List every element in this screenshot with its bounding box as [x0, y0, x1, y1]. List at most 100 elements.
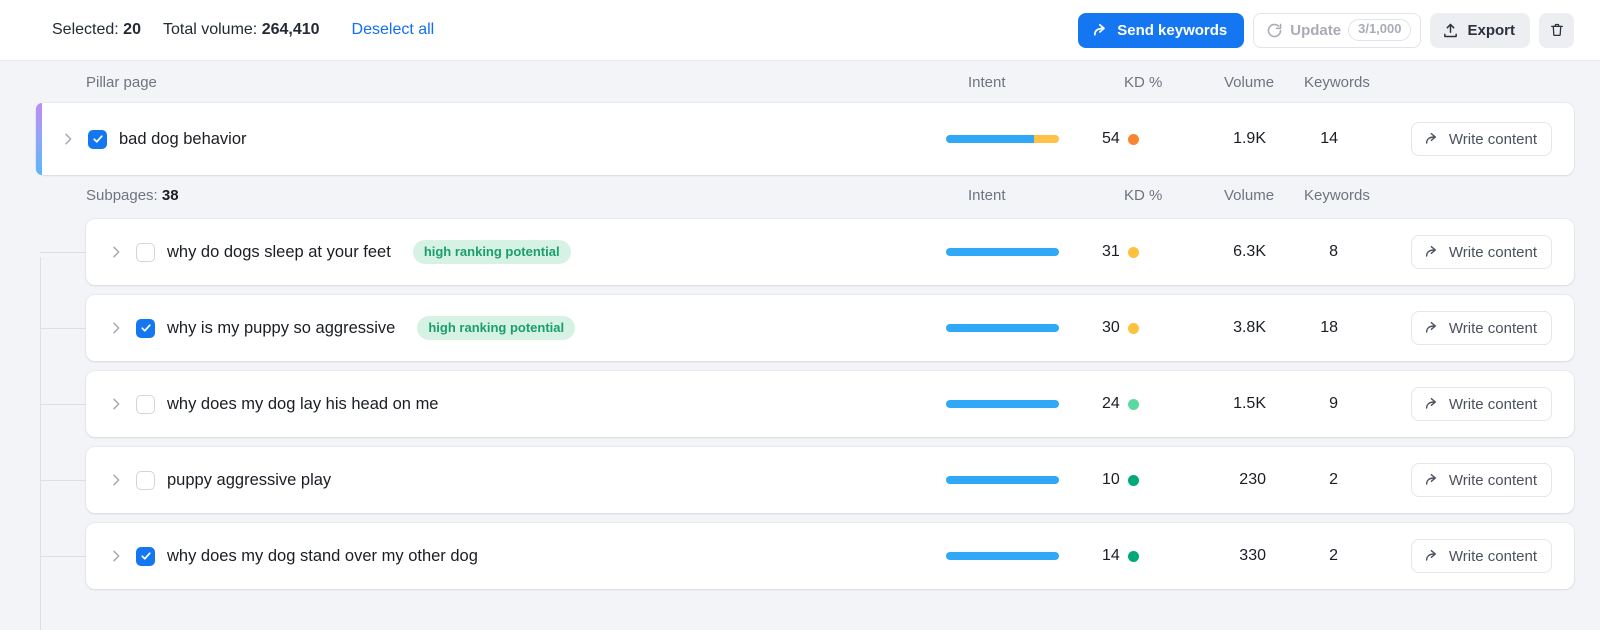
subpage-keywords-value: 8	[1270, 243, 1362, 261]
header-kd: KD %	[1110, 187, 1202, 204]
subpages-count-cell: Subpages: 38	[86, 187, 960, 204]
subpage-kd-cell: 10	[1088, 471, 1180, 489]
expand-chevron-icon[interactable]	[108, 244, 124, 260]
export-label: Export	[1467, 22, 1515, 39]
write-content-button[interactable]: Write content	[1411, 122, 1552, 156]
subpage-checkbox[interactable]	[136, 395, 155, 414]
subpage-action-cell: Write content	[1362, 463, 1552, 497]
subpage-row[interactable]: why does my dog lay his head on me241.5K…	[86, 371, 1574, 437]
pillar-kd-cell: 54	[1088, 130, 1180, 148]
refresh-icon	[1266, 22, 1283, 39]
header-keywords: Keywords	[1292, 74, 1384, 91]
pillar-checkbox[interactable]	[88, 130, 107, 149]
update-button[interactable]: Update 3/1,000	[1253, 13, 1421, 48]
send-keywords-button[interactable]: Send keywords	[1078, 13, 1244, 48]
expand-chevron-icon[interactable]	[108, 472, 124, 488]
subpage-checkbox[interactable]	[136, 471, 155, 490]
subpage-kd-cell: 30	[1088, 319, 1180, 337]
expand-chevron-icon[interactable]	[108, 320, 124, 336]
expand-chevron-icon[interactable]	[60, 131, 76, 147]
subpage-row[interactable]: puppy aggressive play102302Write content	[86, 447, 1574, 513]
subpage-title: why does my dog stand over my other dog	[167, 547, 478, 566]
subpage-title-cell: why do dogs sleep at your feethigh ranki…	[86, 240, 938, 264]
tree-branch-line	[40, 404, 86, 405]
subpage-rows: why do dogs sleep at your feethigh ranki…	[0, 215, 1574, 589]
subpage-action-cell: Write content	[1362, 235, 1552, 269]
subpage-volume-value: 230	[1180, 471, 1270, 489]
subpage-intent-cell	[938, 476, 1088, 484]
pillar-title-cell: bad dog behavior	[36, 130, 938, 149]
high-ranking-potential-badge: high ranking potential	[417, 316, 575, 340]
subpage-kd-value: 30	[1102, 319, 1120, 337]
subpages-column-header: Subpages: 38 Intent KD % Volume Keywords	[0, 175, 1574, 215]
top-toolbar: Selected: 20 Total volume: 264,410 Desel…	[0, 0, 1600, 61]
tree-connector-spine	[40, 257, 41, 630]
write-content-label: Write content	[1449, 244, 1537, 261]
write-content-button[interactable]: Write content	[1411, 311, 1552, 345]
subpage-title: puppy aggressive play	[167, 471, 331, 490]
header-keywords: Keywords	[1292, 187, 1384, 204]
intent-segment	[946, 135, 1034, 143]
intent-bar	[946, 135, 1059, 143]
pillar-volume-value: 1.9K	[1180, 130, 1270, 148]
total-volume-value: 264,410	[262, 21, 320, 38]
high-ranking-potential-badge: high ranking potential	[413, 240, 571, 264]
export-button[interactable]: Export	[1430, 13, 1530, 48]
subpage-title-cell: why is my puppy so aggressivehigh rankin…	[86, 316, 938, 340]
delete-button[interactable]	[1539, 13, 1574, 48]
keyword-cluster-board: Pillar page Intent KD % Volume Keywords …	[0, 61, 1600, 630]
share-arrow-icon	[1092, 22, 1109, 39]
total-volume-label: Total volume:	[163, 21, 257, 38]
kd-difficulty-dot	[1128, 475, 1139, 486]
tree-branch-line	[40, 480, 86, 481]
subpage-volume-value: 330	[1180, 547, 1270, 565]
pillar-title: bad dog behavior	[119, 130, 247, 149]
write-content-button[interactable]: Write content	[1411, 235, 1552, 269]
write-content-button[interactable]: Write content	[1411, 539, 1552, 573]
subpages-count: 38	[162, 187, 179, 204]
subpage-volume-value: 6.3K	[1180, 243, 1270, 261]
intent-bar	[946, 248, 1059, 256]
selected-label: Selected:	[52, 21, 119, 38]
write-content-button[interactable]: Write content	[1411, 387, 1552, 421]
kd-difficulty-dot	[1128, 323, 1139, 334]
subpage-row[interactable]: why do dogs sleep at your feethigh ranki…	[86, 219, 1574, 285]
write-content-label: Write content	[1449, 320, 1537, 337]
total-volume-summary: Total volume: 264,410	[163, 21, 320, 39]
tree-branch-line	[40, 252, 86, 253]
write-content-label: Write content	[1449, 472, 1537, 489]
subpages-label: Subpages:	[86, 187, 158, 204]
kd-difficulty-dot	[1128, 134, 1139, 145]
subpage-volume-value: 1.5K	[1180, 395, 1270, 413]
subpage-row[interactable]: why is my puppy so aggressivehigh rankin…	[86, 295, 1574, 361]
header-volume: Volume	[1202, 187, 1292, 204]
pillar-keywords-value: 14	[1270, 130, 1362, 148]
pillar-kd-value: 54	[1102, 130, 1120, 148]
pillar-row[interactable]: bad dog behavior 54 1.9K 14 Write conten…	[36, 103, 1574, 175]
subpage-keywords-value: 9	[1270, 395, 1362, 413]
tree-branch-line	[40, 556, 86, 557]
subpage-kd-cell: 31	[1088, 243, 1180, 261]
subpage-row[interactable]: why does my dog stand over my other dog1…	[86, 523, 1574, 589]
pillar-intent-cell	[938, 135, 1088, 143]
expand-chevron-icon[interactable]	[108, 548, 124, 564]
subpage-intent-cell	[938, 400, 1088, 408]
subpage-checkbox[interactable]	[136, 547, 155, 566]
header-intent: Intent	[960, 187, 1110, 204]
trash-icon	[1549, 22, 1565, 38]
write-content-button[interactable]: Write content	[1411, 463, 1552, 497]
intent-bar	[946, 552, 1059, 560]
deselect-all-link[interactable]: Deselect all	[352, 21, 435, 39]
intent-bar	[946, 400, 1059, 408]
share-arrow-icon	[1424, 244, 1440, 260]
intent-segment	[946, 400, 1059, 408]
subpage-checkbox[interactable]	[136, 319, 155, 338]
tree-branch-line	[40, 328, 86, 329]
pillar-column-header: Pillar page Intent KD % Volume Keywords	[0, 61, 1574, 103]
pillar-accent-bar	[36, 103, 42, 175]
subpage-checkbox[interactable]	[136, 243, 155, 262]
share-arrow-icon	[1424, 548, 1440, 564]
subpage-intent-cell	[938, 324, 1088, 332]
expand-chevron-icon[interactable]	[108, 396, 124, 412]
update-quota-badge: 3/1,000	[1348, 19, 1411, 41]
